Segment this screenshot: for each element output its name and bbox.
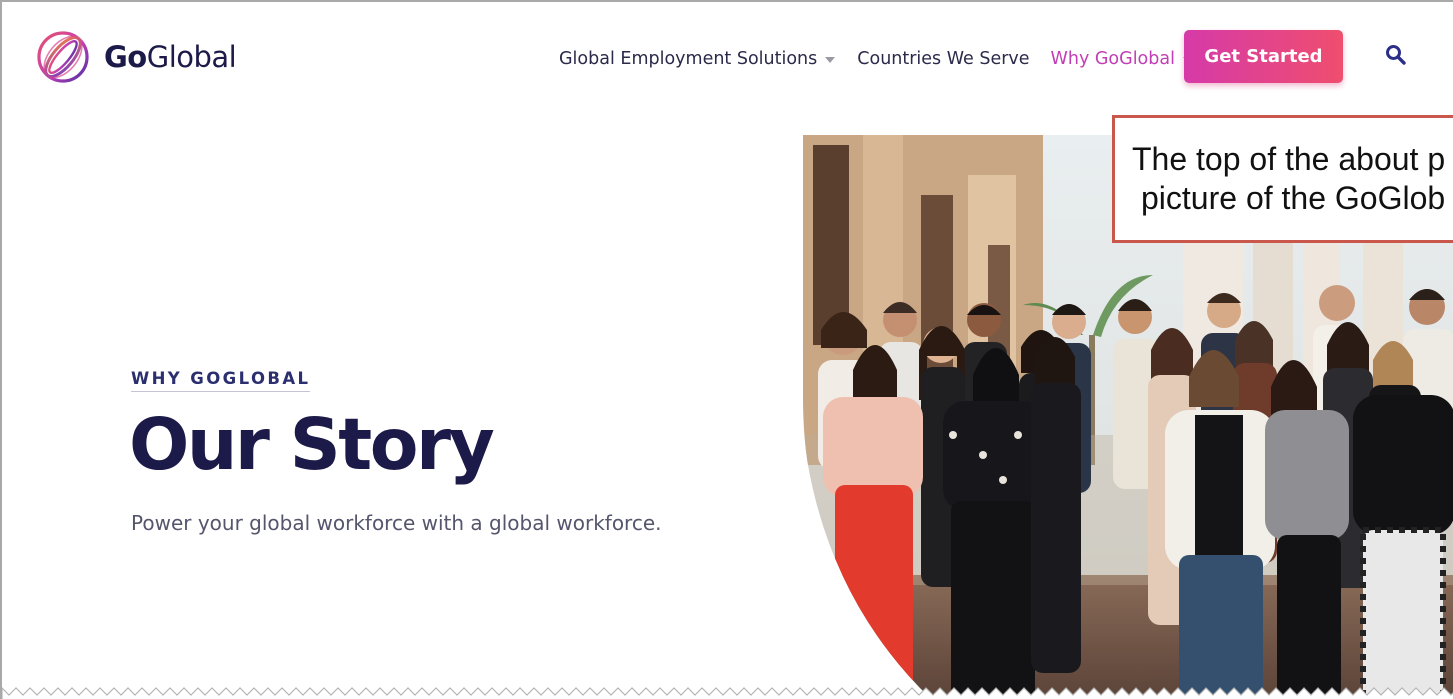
callout-line-1: The top of the about p <box>1132 141 1446 177</box>
search-icon <box>1383 42 1409 68</box>
main-nav: Global Employment Solutions Countries We… <box>559 46 1193 72</box>
hero-eyebrow: WHY GOGLOBAL <box>131 369 311 392</box>
logo-link[interactable]: GoGlobal <box>36 30 237 84</box>
annotation-callout: The top of the about p picture of the Go… <box>1112 115 1453 243</box>
search-button[interactable] <box>1383 42 1409 68</box>
globe-rings-icon <box>36 30 90 84</box>
torn-edge-divider <box>2 682 1453 699</box>
caret-down-icon <box>825 57 836 63</box>
nav-item-why-goglobal[interactable]: Why GoGlobal <box>1051 49 1193 69</box>
page-title: Our Story <box>129 403 495 486</box>
nav-item-label: Global Employment Solutions <box>559 49 818 69</box>
get-started-button[interactable]: Get Started <box>1184 30 1343 83</box>
nav-item-global-employment-solutions[interactable]: Global Employment Solutions <box>559 49 836 69</box>
callout-line-2: picture of the GoGlob <box>1141 180 1446 216</box>
page-frame: GoGlobal Global Employment Solutions Cou… <box>0 0 1453 699</box>
hero-subtitle: Power your global workforce with a globa… <box>131 511 662 535</box>
brand-wordmark: GoGlobal <box>104 40 237 74</box>
nav-item-label: Why GoGlobal <box>1050 49 1175 69</box>
nav-item-countries-we-serve[interactable]: Countries We Serve <box>857 49 1029 69</box>
nav-item-label: Countries We Serve <box>857 49 1030 69</box>
